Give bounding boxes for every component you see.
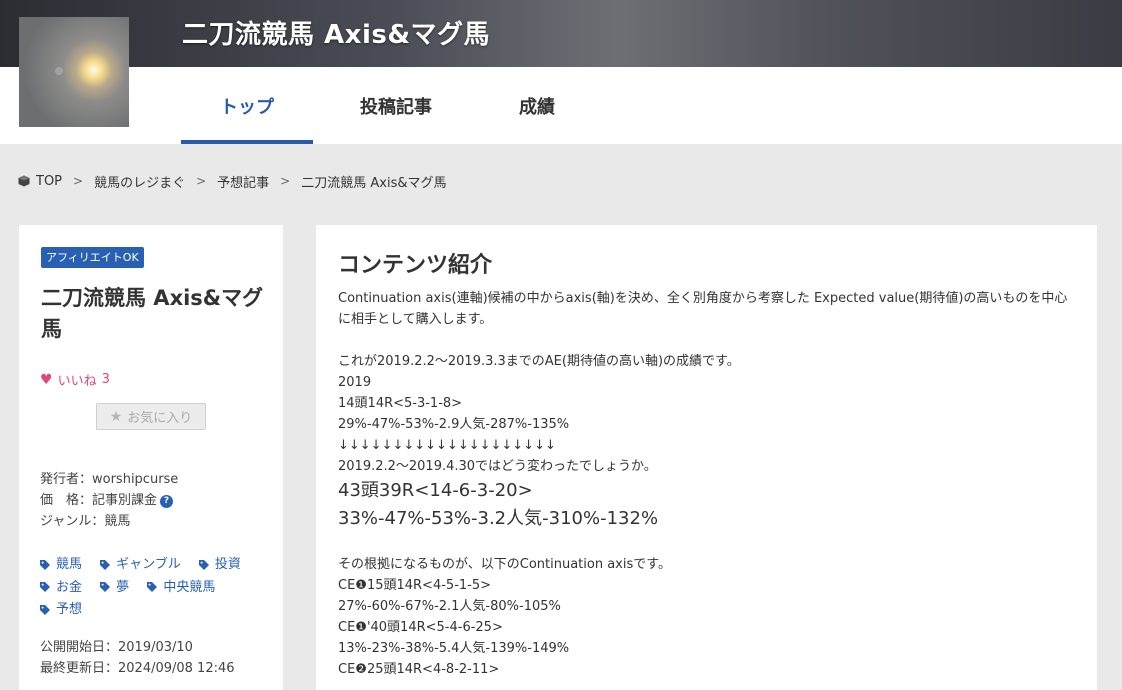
site-title[interactable]: 二刀流競馬 Axis&マグ馬 — [182, 14, 490, 51]
like-button[interactable]: ♥ いいね 3 — [40, 370, 110, 390]
magazine-title: 二刀流競馬 Axis&マグ馬 — [41, 286, 264, 341]
content-line: Continuation axis(連軸)候補の中からaxis(軸)を決め、全く… — [338, 291, 1068, 306]
dates-info: 公開開始日：2019/03/10 最終更新日：2024/09/08 12:46 — [40, 637, 235, 679]
tab-posts-label: 投稿記事 — [360, 96, 432, 118]
genre-info: ジャンル：競馬 — [40, 514, 131, 529]
star-icon: ★ — [109, 408, 123, 425]
content-line: これが2019.2.2～2019.3.3までのAE(期待値の高い軸)の成績です。 — [338, 354, 740, 369]
breadcrumb: TOP > 競馬のレジまぐ > 予想記事 > 二刀流競馬 Axis&マグ馬 — [18, 171, 446, 191]
favorite-button[interactable]: ★ お気に入り — [96, 403, 206, 430]
tag-item[interactable]: 競馬 — [40, 554, 82, 575]
content-line: CE❶15頭14R<4-5-1-5> — [338, 578, 492, 593]
tag-icon — [40, 559, 50, 570]
start-date: 公開開始日：2019/03/10 — [40, 640, 193, 655]
tag-label: 投資 — [214, 557, 241, 572]
content-line: その根拠になるものが、以下のContinuation axisです。 — [338, 557, 671, 572]
tab-results-label: 成績 — [519, 96, 555, 118]
content-line: 2019.2.2～2019.4.30ではどう変わったでしょうか。 — [338, 459, 657, 474]
breadcrumb-top[interactable]: TOP — [36, 174, 62, 189]
tab-top-label: トップ — [220, 96, 274, 118]
tag-icon — [40, 582, 50, 592]
tab-top[interactable]: トップ — [181, 67, 313, 144]
chevron-right-icon: > — [73, 174, 84, 188]
tag-icon — [100, 559, 111, 570]
tag-item[interactable]: 予想 — [40, 599, 82, 620]
content-line: 13%-23%-38%-5.4人気-139%-149% — [338, 641, 570, 656]
tag-label: 夢 — [116, 579, 130, 595]
breadcrumb-regimag[interactable]: 競馬のレジまぐ — [94, 172, 185, 191]
content-line: ↓↓↓↓↓↓↓↓↓↓↓↓↓↓↓↓↓↓↓↓ — [338, 438, 556, 453]
like-label: いいね — [57, 374, 97, 389]
tag-icon — [198, 559, 209, 570]
content-line: CE❶'40頭14R<5-4-6-25> — [338, 620, 503, 635]
content-heading: コンテンツ紹介 — [338, 253, 493, 278]
content-panel: コンテンツ紹介 Continuation axis(連軸)候補の中からaxis(… — [316, 225, 1097, 690]
tag-icon — [147, 582, 158, 592]
tab-results[interactable]: 成績 — [471, 67, 603, 144]
publisher-info: 発行者：worshipcurse — [40, 472, 179, 487]
tag-item[interactable]: お金 — [40, 577, 82, 598]
content-line: に相手として購入します。 — [338, 312, 493, 327]
tag-item[interactable]: 投資 — [198, 554, 241, 575]
tag-list: 競馬 ギャンブル 投資 お金 夢 中央競馬 予想 — [40, 554, 275, 622]
tag-label: お金 — [56, 579, 83, 595]
tag-label: ギャンブル — [116, 557, 181, 572]
breadcrumb-current: 二刀流競馬 Axis&マグ馬 — [301, 175, 447, 191]
tag-label: 予想 — [56, 602, 83, 617]
avatar-glow — [55, 67, 63, 75]
tag-icon — [40, 604, 50, 615]
content-line: 2019 — [338, 375, 372, 390]
avatar[interactable] — [19, 17, 129, 127]
price-info: 価 格：記事別課金? — [40, 490, 174, 511]
heart-icon: ♥ — [40, 371, 53, 388]
chevron-right-icon: > — [280, 174, 291, 188]
content-line: 27%-60%-67%-2.1人気-80%-105% — [338, 599, 561, 614]
content-line: 14頭14R<5-3-1-8> — [338, 396, 463, 411]
tag-item[interactable]: 夢 — [100, 577, 129, 598]
chevron-right-icon: > — [196, 174, 207, 188]
tag-label: 中央競馬 — [163, 579, 216, 595]
tag-icon — [100, 582, 111, 592]
tag-label: 競馬 — [56, 557, 83, 572]
content-line: 29%-47%-53%-2.9人気-287%-135% — [338, 417, 570, 432]
updated-date: 最終更新日：2024/09/08 12:46 — [40, 661, 235, 676]
price-text: 価 格：記事別課金 — [40, 493, 158, 508]
tag-item[interactable]: ギャンブル — [100, 554, 181, 575]
cube-icon — [18, 175, 30, 187]
content-line-large: 33%-47%-53%-3.2人気-310%-132% — [338, 508, 659, 529]
content-line-large: 43頭39R<14-6-3-20> — [338, 480, 533, 501]
content-line: CE❷25頭14R<4-8-2-11> — [338, 662, 500, 677]
header-banner: 二刀流競馬 Axis&マグ馬 — [0, 0, 1122, 67]
like-count: 3 — [101, 372, 110, 387]
affiliate-badge: アフィリエイトOK — [41, 247, 144, 268]
tag-item[interactable]: 中央競馬 — [147, 577, 215, 598]
breadcrumb-prediction[interactable]: 予想記事 — [217, 172, 269, 191]
help-icon[interactable]: ? — [160, 495, 174, 508]
favorite-label: お気に入り — [127, 411, 193, 426]
tab-posts[interactable]: 投稿記事 — [330, 67, 462, 144]
content-body: Continuation axis(連軸)候補の中からaxis(軸)を決め、全く… — [338, 288, 1078, 680]
sidebar: アフィリエイトOK 二刀流競馬 Axis&マグ馬 ♥ いいね 3 ★ お気に入り… — [19, 225, 283, 690]
